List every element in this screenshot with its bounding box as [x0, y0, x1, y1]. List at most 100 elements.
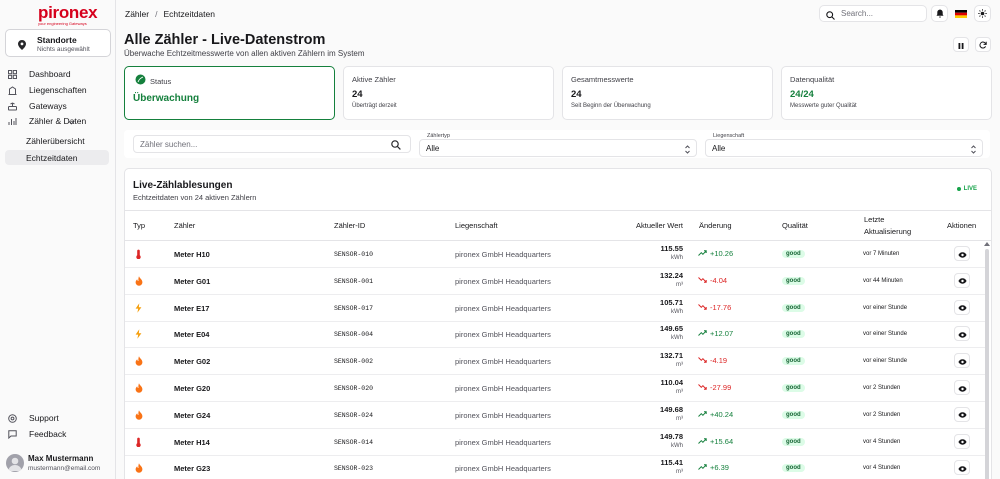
col-value[interactable]: Aktueller Wert: [636, 221, 683, 230]
table-subtitle: Echtzeitdaten von 24 aktiven Zählern: [133, 193, 257, 202]
col-updated[interactable]: Letzte Aktualisierung: [864, 214, 911, 238]
quality-badge: good: [782, 357, 805, 366]
current-value: 149.65: [660, 324, 683, 334]
message-icon: [7, 429, 17, 439]
site-selector[interactable]: Standorte Nichts ausgewählt: [5, 29, 111, 57]
last-updated: vor einer Stunde: [863, 304, 908, 311]
last-updated: vor 2 Stunden: [863, 385, 901, 391]
table-row[interactable]: Meter H14 SENSOR-014 pironex GmbH Headquar…: [125, 429, 985, 456]
current-value: 132.71: [660, 351, 683, 361]
trend-up-icon: [698, 410, 710, 419]
table-row[interactable]: Meter E17 SENSOR-017 pironex GmbH Headquar…: [125, 295, 985, 322]
live-label: LIVE: [963, 186, 977, 192]
sidebar-item-zaehler-daten[interactable]: Zähler & Daten: [5, 114, 109, 128]
view-details-button[interactable]: [954, 433, 970, 449]
sidebar-item-echtzeitdaten[interactable]: Echtzeitdaten: [5, 150, 109, 165]
language-button[interactable]: [952, 5, 969, 22]
eye-icon: [957, 247, 967, 261]
quality-badge: good: [782, 437, 805, 446]
avatar: [6, 454, 24, 472]
view-details-button[interactable]: [954, 326, 970, 342]
global-search[interactable]: [819, 5, 927, 22]
meter-name: Meter H10: [174, 250, 210, 259]
col-updated-line1: Letzte: [864, 215, 885, 224]
table-row[interactable]: Meter G24 SENSOR-024 pironex GmbH Headquar…: [125, 402, 985, 429]
scroll-up-arrow[interactable]: [984, 242, 990, 246]
change-amount: +15.64: [710, 436, 734, 446]
last-updated: vor einer Stunde: [863, 358, 908, 365]
meter-search-field[interactable]: [133, 135, 411, 153]
table-row[interactable]: Meter G01 SENSOR-001 pironex GmbH Headquar…: [125, 268, 985, 295]
sidebar-item-dashboard[interactable]: Dashboard: [5, 67, 109, 81]
sidebar-item-support[interactable]: Support: [5, 411, 109, 425]
logo[interactable]: pironex your engineering Gateways: [38, 4, 98, 26]
quality-badge: good: [782, 303, 805, 312]
table-row[interactable]: Meter H10 SENSOR-010 pironex GmbH Headquar…: [125, 241, 985, 268]
view-details-button[interactable]: [954, 299, 970, 315]
search-input[interactable]: [841, 8, 921, 19]
status-value: Überwachung: [133, 93, 200, 104]
sidebar-item-liegenschaften[interactable]: Liegenschaften: [5, 83, 109, 97]
quality-badge: good: [782, 410, 805, 419]
view-details-button[interactable]: [954, 246, 970, 261]
status-card: Status Überwachung: [124, 66, 335, 120]
notifications-button[interactable]: [931, 5, 948, 22]
col-id[interactable]: Zähler-ID: [334, 221, 365, 230]
eye-icon: [957, 461, 967, 475]
user-menu[interactable]: Max Mustermann mustermann@email.com: [5, 450, 113, 476]
value-change: -4.04: [698, 276, 727, 285]
meter-name: Meter G20: [174, 384, 211, 393]
active-meters-card: Aktive Zähler 24 Überträgt derzeit: [343, 66, 554, 120]
view-details-button[interactable]: [954, 272, 970, 288]
property-select[interactable]: Alle: [705, 139, 983, 157]
sidebar-item-label: Dashboard: [29, 69, 71, 79]
col-property[interactable]: Liegenschaft: [455, 221, 498, 230]
eye-icon: [957, 327, 967, 341]
table-row[interactable]: Meter E04 SENSOR-004 pironex GmbH Headquar…: [125, 321, 985, 349]
theme-toggle-button[interactable]: [974, 5, 991, 22]
bolt-icon: [135, 329, 142, 341]
breadcrumb-parent[interactable]: Zähler: [125, 9, 149, 19]
trend-up-icon: [698, 329, 710, 338]
table-header: Typ Zähler Zähler-ID Liegenschaft Aktuel…: [125, 210, 991, 241]
site-selector-subtitle: Nichts ausgewählt: [37, 46, 90, 53]
col-actions: Aktionen: [947, 221, 977, 230]
meter-type-select[interactable]: Alle: [419, 139, 697, 157]
col-quality[interactable]: Qualität: [782, 221, 808, 230]
meter-name: Meter E04: [174, 330, 210, 340]
meter-property: pironex GmbH Headquarters: [455, 303, 551, 313]
refresh-button[interactable]: [975, 37, 991, 52]
sidebar-item-feedback[interactable]: Feedback: [5, 427, 109, 441]
col-name[interactable]: Zähler: [174, 221, 195, 230]
table-row[interactable]: Meter G20 SENSOR-020 pironex GmbH Headquar…: [125, 375, 985, 402]
building-icon: [7, 85, 17, 95]
table-row[interactable]: Meter G02 SENSOR-002 pironex GmbH Headquar…: [125, 348, 985, 376]
meter-search-input[interactable]: [140, 139, 380, 150]
user-email: mustermann@email.com: [28, 465, 101, 472]
thermometer-icon: [135, 249, 142, 261]
current-value: 115.55: [660, 244, 683, 253]
change-amount: +40.24: [710, 409, 734, 419]
sidebar-item-zaehleruebersicht[interactable]: Zählerübersicht: [5, 134, 109, 148]
meter-property: pironex GmbH Headquarters: [455, 464, 551, 474]
table-row[interactable]: Meter G23 SENSOR-023 pironex GmbH Headquar…: [125, 455, 985, 479]
trend-down-icon: [698, 303, 710, 312]
card-description: Überträgt derzeit: [352, 103, 397, 109]
select-value: Alle: [712, 144, 726, 153]
trend-up-icon: [698, 437, 710, 446]
scrollbar[interactable]: [985, 249, 989, 479]
pause-button[interactable]: [953, 37, 969, 52]
view-details-button[interactable]: [954, 353, 970, 369]
quality-badge: good: [782, 464, 805, 473]
view-details-button[interactable]: [954, 380, 970, 395]
flame-icon: [135, 410, 143, 422]
change-amount: +10.26: [710, 249, 734, 258]
col-change[interactable]: Änderung: [699, 221, 732, 230]
view-details-button[interactable]: [954, 460, 970, 476]
meter-id: SENSOR-024: [334, 411, 374, 419]
view-details-button[interactable]: [954, 406, 970, 422]
meter-id: SENSOR-002: [334, 358, 374, 366]
sidebar-item-gateways[interactable]: Gateways: [5, 99, 109, 113]
table-title: Live-Zählablesungen: [133, 180, 233, 191]
data-quality-card: Datenqualität 24/24 Messwerte guter Qual…: [781, 66, 992, 120]
